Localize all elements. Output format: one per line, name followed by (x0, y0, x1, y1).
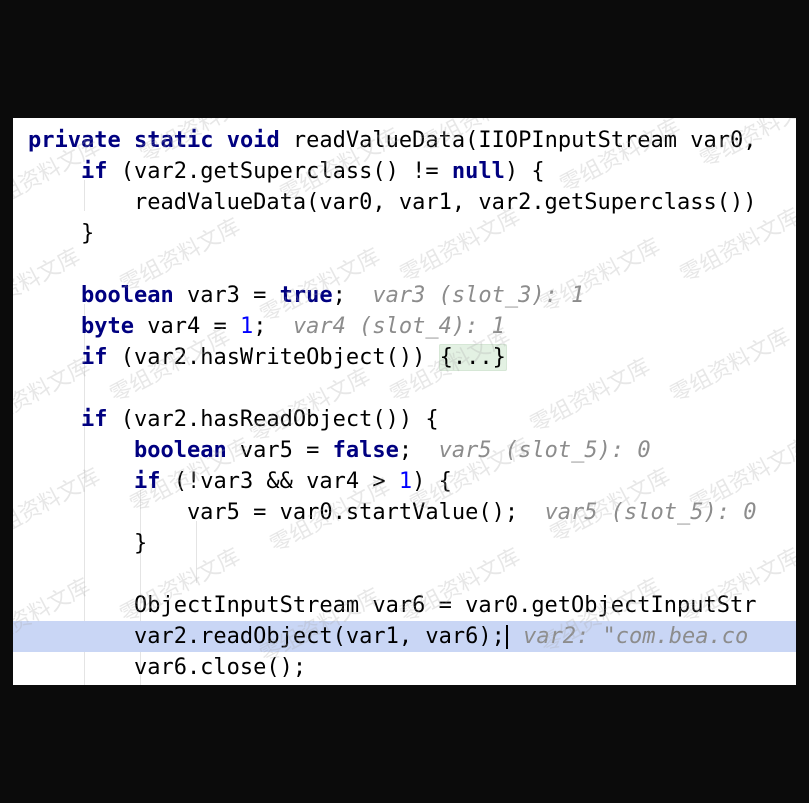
inline-debug-value: var4 (slot_4): 1 (292, 314, 505, 339)
code-token: var6.close(); (28, 655, 307, 680)
text-caret (505, 625, 508, 649)
keyword-token: null (451, 159, 505, 184)
code-token: (!var3 && var4 > (160, 469, 399, 494)
code-line[interactable]: boolean var5 = false; var5 (slot_5): 0 (13, 435, 796, 466)
code-token: var5 = var0.startValue(); (28, 500, 545, 525)
code-line[interactable]: var5 = var0.startValue(); var5 (slot_5):… (13, 497, 796, 528)
code-token: ; (398, 438, 439, 463)
code-line[interactable]: var6.close(); (13, 652, 796, 683)
code-line[interactable]: if (var2.hasReadObject()) { (13, 404, 796, 435)
code-line[interactable]: if (var2.hasWriteObject()) {...} (13, 342, 796, 373)
code-token: ) { (412, 469, 452, 494)
keyword-token: boolean (133, 438, 227, 463)
keyword-token: byte (80, 314, 134, 339)
keyword-token: if (80, 159, 108, 184)
code-token: readValueData(var0, var1, var2.getSuperc… (28, 190, 757, 215)
code-line[interactable]: boolean var3 = true; var3 (slot_3): 1 (13, 280, 796, 311)
keyword-token: static (133, 128, 214, 153)
keyword-token: void (226, 128, 280, 153)
keyword-token: private (28, 128, 121, 153)
code-token: var2.readObject(var1, var6); (28, 624, 505, 649)
code-line[interactable]: if (var2.getSuperclass() != null) { (13, 156, 796, 187)
code-token: var5 = (226, 438, 333, 463)
keyword-token: if (80, 345, 108, 370)
inline-debug-value: var5 (slot_5): 0 (544, 500, 757, 525)
number-literal: 1 (398, 469, 413, 494)
keyword-token: if (80, 407, 108, 432)
code-token: ; (253, 314, 293, 339)
code-token: ObjectInputStream var6 = var0.getObjectI… (28, 593, 757, 618)
code-line[interactable]: } (13, 218, 796, 249)
inline-debug-value: var5 (slot_5): 0 (438, 438, 651, 463)
keyword-token: if (133, 469, 161, 494)
keyword-token: true (279, 283, 333, 308)
keyword-token: boolean (80, 283, 174, 308)
code-token: ) { (504, 159, 545, 184)
code-line[interactable] (13, 249, 796, 280)
code-token: (var2.getSuperclass() != (107, 159, 452, 184)
keyword-token: false (332, 438, 399, 463)
code-editor[interactable]: private static void readValueData(IIOPIn… (13, 118, 796, 685)
code-token: var3 = (173, 283, 280, 308)
code-line[interactable] (13, 373, 796, 404)
inline-debug-value: var3 (slot_3): 1 (372, 283, 585, 308)
folded-code-block[interactable]: {...} (438, 344, 507, 371)
inline-debug-value: var2: "com.bea.co (509, 624, 749, 649)
code-line[interactable]: private static void readValueData(IIOPIn… (13, 125, 796, 156)
code-token: (var2.hasWriteObject()) (107, 345, 439, 370)
code-line[interactable]: readValueData(var0, var1, var2.getSuperc… (13, 187, 796, 218)
code-token: } (28, 221, 95, 246)
code-token: readValueData(IIOPInputStream var0, (279, 128, 757, 153)
code-token: } (28, 531, 148, 556)
current-line[interactable]: var2.readObject(var1, var6); var2: "com.… (13, 621, 796, 652)
code-line[interactable]: if (!var3 && var4 > 1) { (13, 466, 796, 497)
code-line[interactable]: ObjectInputStream var6 = var0.getObjectI… (13, 590, 796, 621)
code-line[interactable]: } (13, 528, 796, 559)
code-line[interactable] (13, 559, 796, 590)
code-token: var4 = (133, 314, 240, 339)
code-token: (var2.hasReadObject()) { (107, 407, 439, 432)
code-line[interactable]: byte var4 = 1; var4 (slot_4): 1 (13, 311, 796, 342)
code-token: ; (332, 283, 373, 308)
number-literal: 1 (239, 314, 254, 339)
